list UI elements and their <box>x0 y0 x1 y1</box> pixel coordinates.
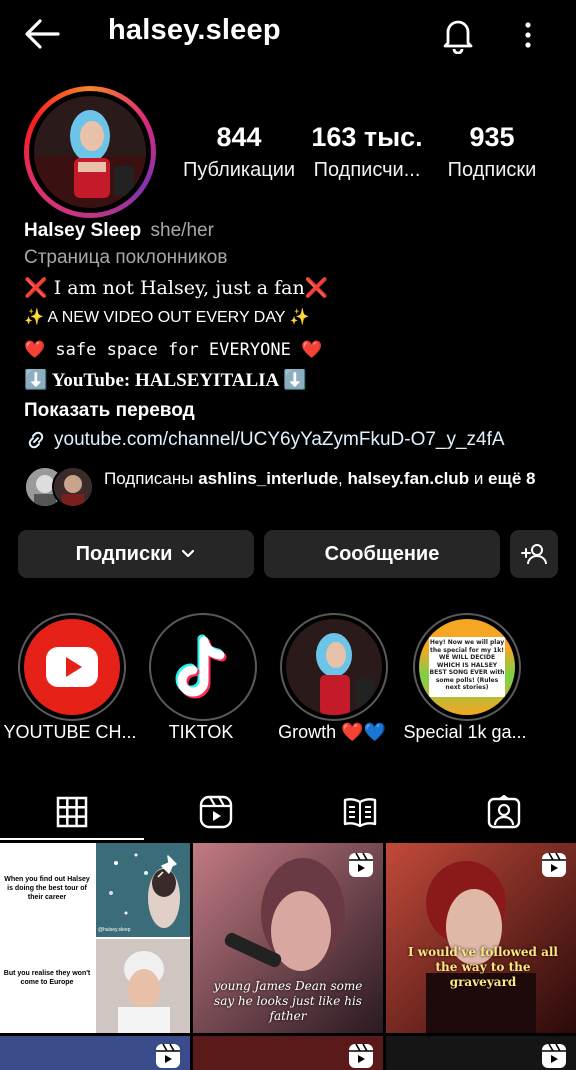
tab-grid[interactable] <box>0 786 144 838</box>
following-label: Подписки <box>447 159 537 181</box>
followers-count: 163 тыс. <box>311 122 423 152</box>
back-arrow-icon[interactable] <box>22 16 62 52</box>
suggest-users-button[interactable] <box>510 530 558 578</box>
bio-line-4: ⬇️ YouTube: HALSEYITALIA ⬇️ <box>24 370 307 391</box>
tab-tagged[interactable] <box>432 786 576 838</box>
message-button-label: Сообщение <box>324 542 440 565</box>
grid-post-6[interactable] <box>386 1036 576 1070</box>
reel-icon <box>542 1043 566 1068</box>
reels-icon <box>199 795 233 829</box>
bio-line-3: ❤️ safe space for EVERYONE ❤️ <box>24 340 323 360</box>
highlight-label-tiktok: TIKTOK <box>168 722 234 742</box>
grid-post-1[interactable]: When you find out Halsey is doing the be… <box>0 843 190 1033</box>
highlight-growth-photo <box>286 619 382 715</box>
followed-by-and: и <box>473 469 484 488</box>
tagged-person-icon <box>487 795 521 829</box>
followed-by-separator: , <box>338 469 343 488</box>
post3-caption: I would've followed all the way to the g… <box>408 945 558 989</box>
profile-name-row: Halsey Sleep she/her <box>24 219 214 243</box>
profile-category: Страница поклонников <box>24 247 228 268</box>
followed-by-count: 8 <box>526 469 536 488</box>
show-translation-link[interactable]: Показать перевод <box>24 399 195 423</box>
grid-post-5[interactable] <box>193 1036 383 1070</box>
notification-bell-icon[interactable] <box>438 16 478 54</box>
post1-panel-top-left: When you find out Halsey is doing the be… <box>0 843 94 937</box>
post1-text-top: When you find out Halsey is doing the be… <box>4 876 90 901</box>
reel-icon <box>349 852 373 877</box>
tab-reels[interactable] <box>144 786 288 838</box>
following-button-label: Подписки <box>75 542 173 565</box>
highlight-special-text: Hey! Now we will play the special for my… <box>429 637 505 697</box>
post2-caption: young James Dean some say he looks just … <box>213 979 363 1023</box>
profile-link-text: youtube.com/channel/UCY6yYaZymFkuD-O7_y_… <box>54 429 505 450</box>
following-button[interactable]: Подписки <box>18 530 254 578</box>
highlight-youtube[interactable] <box>18 613 126 721</box>
avatar-photo <box>34 96 146 208</box>
profile-avatar[interactable] <box>24 86 156 218</box>
highlight-special[interactable]: Hey! Now we will play the special for my… <box>413 613 521 721</box>
highlight-special-image: Hey! Now we will play the special for my… <box>419 619 515 715</box>
following-count: 935 <box>469 122 515 152</box>
message-button[interactable]: Сообщение <box>264 530 500 578</box>
pronouns: she/her <box>150 220 214 241</box>
tab-guides[interactable] <box>288 786 432 838</box>
active-tab-indicator <box>0 838 144 840</box>
reel-icon <box>156 1043 180 1068</box>
post1-panel-bottom-left: But you realise they won't come to Europ… <box>0 939 94 1033</box>
grid-post-3[interactable]: I would've followed all the way to the g… <box>386 843 576 1033</box>
guides-icon <box>343 798 377 828</box>
posts-count: 844 <box>216 122 262 152</box>
youtube-logo-icon <box>24 619 120 715</box>
chevron-down-icon <box>182 549 195 558</box>
followers-label: Подписчи... <box>313 159 421 181</box>
grid-post-2[interactable]: young James Dean some say he looks just … <box>193 843 383 1033</box>
followers-stat[interactable]: 163 тыс. Подписчи... <box>308 122 426 182</box>
link-icon <box>28 431 44 449</box>
post1-tag: @halsey.sleep <box>98 927 131 933</box>
followed-by-prefix: Подписаны <box>104 469 194 488</box>
tiktok-logo-icon <box>155 619 251 715</box>
posts-label: Публикации <box>182 159 296 181</box>
display-name: Halsey Sleep <box>24 220 142 241</box>
more-options-icon[interactable] <box>516 18 540 52</box>
profile-username: halsey.sleep <box>108 14 281 46</box>
add-person-icon <box>521 544 547 565</box>
grid-post-4[interactable] <box>0 1036 190 1070</box>
highlight-label-special: Special 1k ga... <box>403 722 527 742</box>
pinned-icon <box>157 855 177 878</box>
posts-stat[interactable]: 844 Публикации <box>180 122 298 182</box>
grid-icon <box>56 796 88 828</box>
reel-icon <box>542 852 566 877</box>
highlight-tiktok[interactable] <box>149 613 257 721</box>
highlight-growth[interactable] <box>280 613 388 721</box>
mutual-avatar-2 <box>52 466 94 508</box>
highlight-label-youtube: YOUTUBE CH... <box>3 722 137 742</box>
mutual-user-2[interactable]: halsey.fan.club <box>348 469 470 488</box>
highlight-label-growth: Growth ❤️💙 <box>278 722 386 742</box>
mutual-avatars[interactable] <box>24 466 98 508</box>
following-stat[interactable]: 935 Подписки <box>436 122 548 182</box>
followed-by-text[interactable]: Подписаны ashlins_interlude, halsey.fan.… <box>104 468 554 489</box>
followed-by-more: ещё <box>488 469 522 488</box>
top-bar: halsey.sleep <box>0 0 576 68</box>
post1-text-bottom: But you realise they won't come to Europ… <box>3 970 91 986</box>
bio-line-2: ✨ A NEW VIDEO OUT EVERY DAY ✨ <box>24 309 310 326</box>
reel-icon <box>349 1043 373 1068</box>
mutual-user-1[interactable]: ashlins_interlude <box>198 469 338 488</box>
bio-line-1: ❌ I am not Halsey, just a fan❌ <box>24 277 329 299</box>
post1-panel-reaction <box>96 939 190 1033</box>
profile-link[interactable]: youtube.com/channel/UCY6yYaZymFkuD-O7_y_… <box>24 428 505 452</box>
